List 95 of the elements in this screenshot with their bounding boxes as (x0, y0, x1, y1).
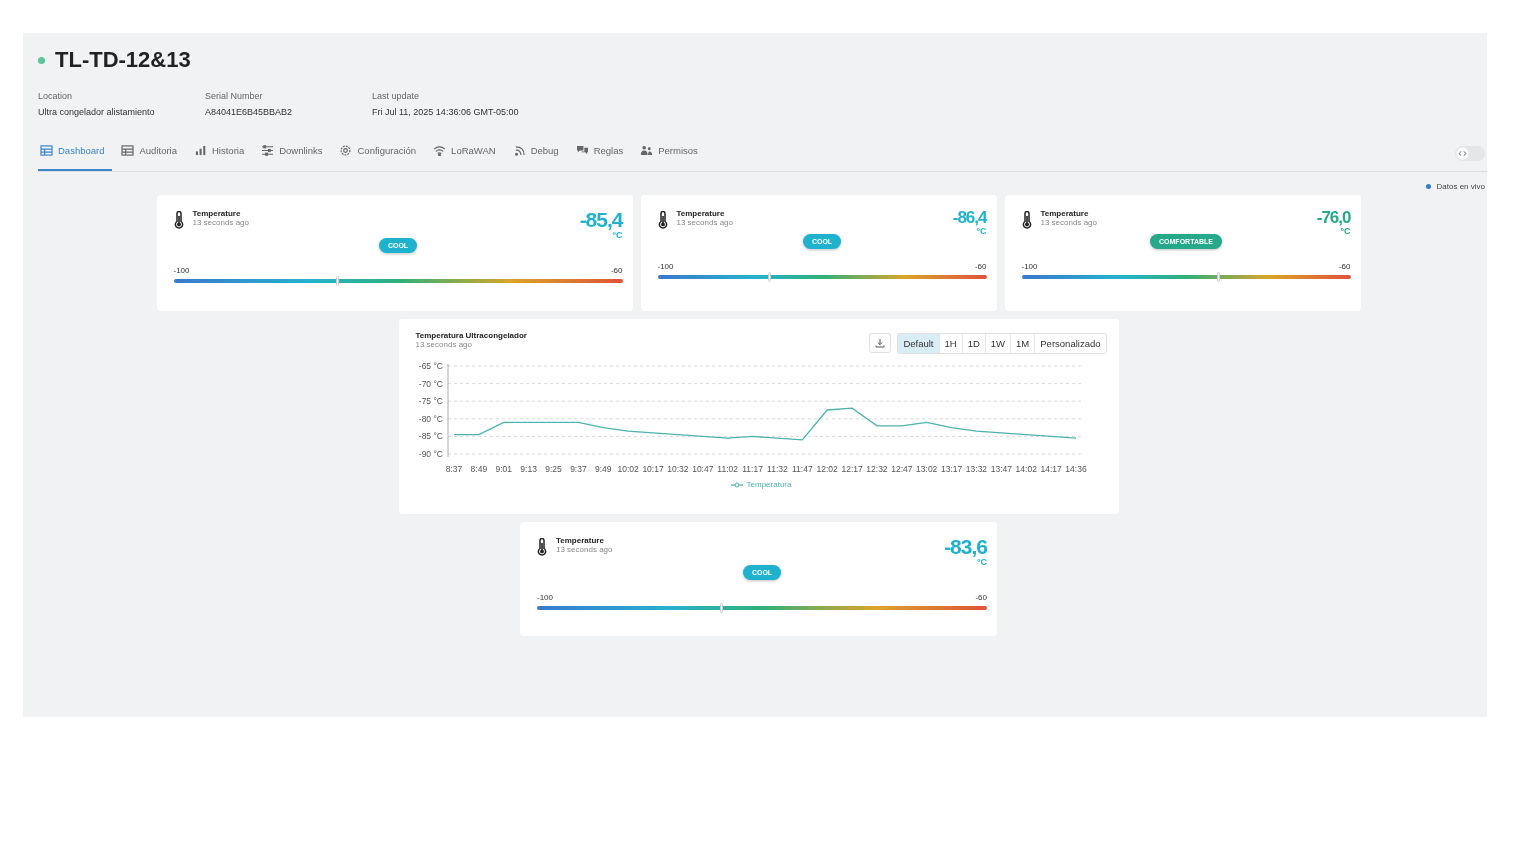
x-tick-label: 13:02 (915, 464, 937, 474)
x-tick-label: 11:02 (716, 464, 738, 474)
thermometer-icon (173, 211, 184, 229)
temperature-value: -76,0 (1316, 209, 1351, 226)
scale-max: -60 (975, 593, 987, 602)
download-button[interactable] (869, 333, 892, 353)
table-icon (121, 145, 135, 156)
updated-time: 13 seconds ago (556, 545, 614, 554)
x-tick-label: 11:17 (741, 464, 763, 474)
scale-min: -100 (537, 593, 553, 602)
card-title: Temperature (556, 536, 605, 545)
scale-max: -60 (1338, 262, 1351, 271)
info-value: A84041E6B45BBAB2 (205, 107, 294, 117)
updated-time: 13 seconds ago (192, 218, 250, 227)
live-dot (1425, 184, 1431, 189)
scale-max: -60 (974, 262, 987, 271)
y-tick-label: -75 °C (418, 396, 443, 407)
x-tick-label: 10:02 (617, 464, 639, 474)
legend-label: Temperatura (746, 480, 792, 489)
scale-max: -60 (610, 266, 623, 275)
updated-time: 13 seconds ago (676, 218, 734, 227)
x-tick-label: 13:32 (965, 464, 987, 474)
legend-line-icon (730, 481, 743, 488)
temperature-value: -86,4 (952, 209, 987, 226)
unit-label: °C (1340, 226, 1351, 236)
bar-chart-icon (194, 145, 207, 156)
settings-icon (339, 145, 353, 156)
device-title: TL-TD-12&13 (55, 47, 191, 73)
thermometer-icon (1021, 211, 1032, 229)
sliders-icon (261, 145, 275, 156)
tab[interactable]: Permisos (638, 139, 706, 171)
card-title: Temperature (676, 209, 726, 218)
y-tick-label: -80 °C (418, 413, 443, 424)
live-label: Datos en vivo (1436, 182, 1485, 191)
x-tick-label: 9:49 (594, 464, 612, 474)
x-tick-label: 14:17 (1040, 464, 1062, 474)
info-value: Ultra congelador alistamiento (38, 107, 156, 117)
x-tick-label: 12:47 (890, 464, 912, 474)
x-tick-label: 13:17 (940, 464, 962, 474)
x-tick-label: 9:01 (495, 464, 512, 474)
x-tick-label: 8:37 (445, 464, 462, 474)
x-tick-label: 12:32 (865, 464, 888, 474)
tab[interactable]: LoRaWAN (431, 139, 504, 171)
tab[interactable]: Auditoria (119, 139, 185, 171)
wifi-icon (433, 145, 447, 156)
x-tick-label: 9:25 (544, 464, 562, 474)
chart-title: Temperatura Ultracongelador (415, 331, 528, 340)
tab[interactable]: Downlinks (259, 139, 331, 171)
temperature-value: -85,4 (579, 209, 623, 230)
card-title: Temperature (1040, 209, 1090, 218)
x-tick-label: 11:47 (791, 464, 813, 474)
chat-icon (575, 145, 589, 156)
x-tick-label: 11:32 (766, 464, 788, 474)
x-tick-label: 9:13 (519, 464, 537, 474)
x-tick-label: 10:47 (691, 464, 713, 474)
x-tick-label: 14:36 (1064, 464, 1087, 474)
rss-icon (512, 145, 526, 156)
dashboard-icon (40, 145, 53, 156)
y-tick-label: -70 °C (418, 378, 443, 389)
y-tick-label: -85 °C (418, 431, 443, 442)
download-icon (875, 338, 886, 348)
thermometer-icon (657, 211, 668, 229)
y-tick-label: -65 °C (418, 361, 443, 371)
info-label: Serial Number (205, 91, 264, 101)
x-tick-label: 8:49 (470, 464, 487, 474)
thermometer-icon (537, 538, 547, 556)
x-tick-label: 14:02 (1015, 464, 1037, 474)
scale-min: -100 (173, 266, 190, 275)
tab[interactable]: Dashboard (38, 139, 113, 171)
updated-time: 13 seconds ago (1040, 218, 1098, 227)
tab[interactable]: Configuración (337, 139, 425, 171)
x-tick-label: 10:32 (666, 464, 689, 474)
x-tick-label: 12:17 (840, 464, 863, 474)
code-toggle[interactable] (1455, 145, 1485, 161)
unit-label: °C (612, 230, 623, 240)
scale-min: -100 (657, 262, 674, 271)
range-button[interactable]: Default (898, 334, 940, 353)
x-tick-label: 10:17 (641, 464, 664, 474)
updated-time: 13 seconds ago (415, 340, 473, 349)
card-title: Temperature (192, 209, 242, 218)
temperature-value: -83,6 (944, 536, 987, 557)
unit-label: °C (976, 226, 987, 236)
info-label: Location (38, 91, 74, 101)
x-tick-label: 9:37 (569, 464, 587, 474)
x-tick-label: 13:47 (990, 464, 1012, 474)
info-label: Last update (372, 91, 421, 101)
info-value: Fri Jul 11, 2025 14:36:06 GMT-05:00 (372, 107, 520, 117)
tab[interactable]: Reglas (573, 139, 632, 171)
unit-label: °C (976, 557, 987, 567)
x-tick-label: 12:02 (816, 464, 838, 474)
tab[interactable]: Debug (510, 139, 567, 171)
people-icon (640, 145, 654, 156)
tab[interactable]: Historia (192, 139, 253, 171)
y-tick-label: -90 °C (418, 449, 443, 459)
scale-min: -100 (1021, 262, 1038, 271)
